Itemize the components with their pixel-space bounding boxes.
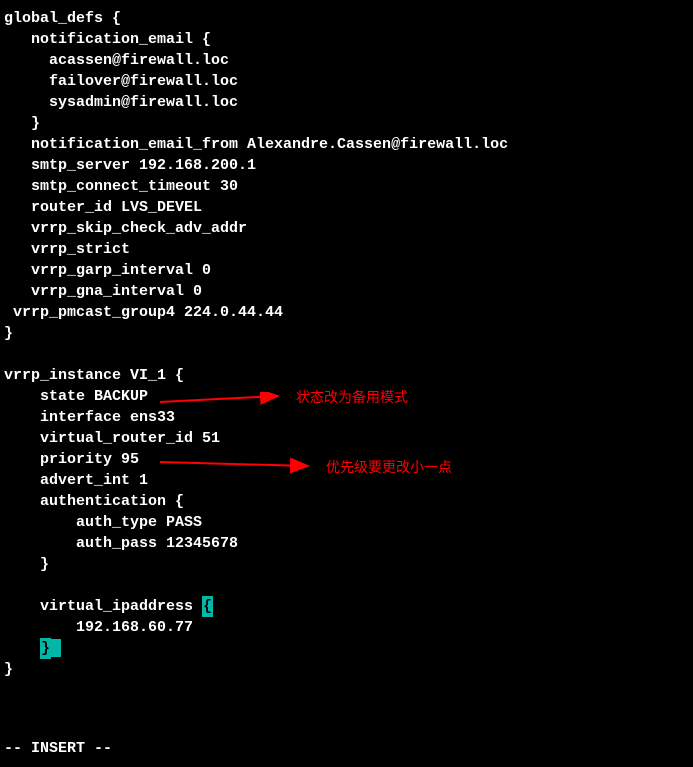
config-line: vrrp_strict: [4, 239, 693, 260]
config-line: smtp_server 192.168.200.1: [4, 155, 693, 176]
config-line: virtual_ipaddress {: [4, 596, 693, 617]
vim-mode-indicator: -- INSERT --: [4, 738, 112, 759]
config-line: }: [4, 323, 693, 344]
config-line: vrrp_garp_interval 0: [4, 260, 693, 281]
config-line: vrrp_gna_interval 0: [4, 281, 693, 302]
config-line: global_defs {: [4, 8, 693, 29]
config-line: [4, 575, 693, 596]
config-line: notification_email {: [4, 29, 693, 50]
config-line: acassen@firewall.loc: [4, 50, 693, 71]
config-line: 192.168.60.77: [4, 617, 693, 638]
bracket-match-close: }: [40, 638, 51, 659]
config-line: router_id LVS_DEVEL: [4, 197, 693, 218]
config-line: vrrp_instance VI_1 {: [4, 365, 693, 386]
config-line: auth_pass 12345678: [4, 533, 693, 554]
annotation-state: 状态改为备用模式: [296, 388, 408, 408]
cursor: [51, 639, 61, 657]
config-line: }: [4, 638, 693, 659]
config-line: [4, 344, 693, 365]
annotation-priority: 优先级要更改小一点: [326, 458, 452, 478]
config-line: authentication {: [4, 491, 693, 512]
config-line: smtp_connect_timeout 30: [4, 176, 693, 197]
editor-viewport[interactable]: global_defs { notification_email { acass…: [4, 8, 693, 680]
config-line: virtual_router_id 51: [4, 428, 693, 449]
config-line: }: [4, 554, 693, 575]
config-line: sysadmin@firewall.loc: [4, 92, 693, 113]
bracket-match-open: {: [202, 596, 213, 617]
config-line: auth_type PASS: [4, 512, 693, 533]
config-line: vrrp_pmcast_group4 224.0.44.44: [4, 302, 693, 323]
config-line: }: [4, 659, 693, 680]
config-line: interface ens33: [4, 407, 693, 428]
config-line: }: [4, 113, 693, 134]
config-line: notification_email_from Alexandre.Cassen…: [4, 134, 693, 155]
config-line: vrrp_skip_check_adv_addr: [4, 218, 693, 239]
config-line: failover@firewall.loc: [4, 71, 693, 92]
